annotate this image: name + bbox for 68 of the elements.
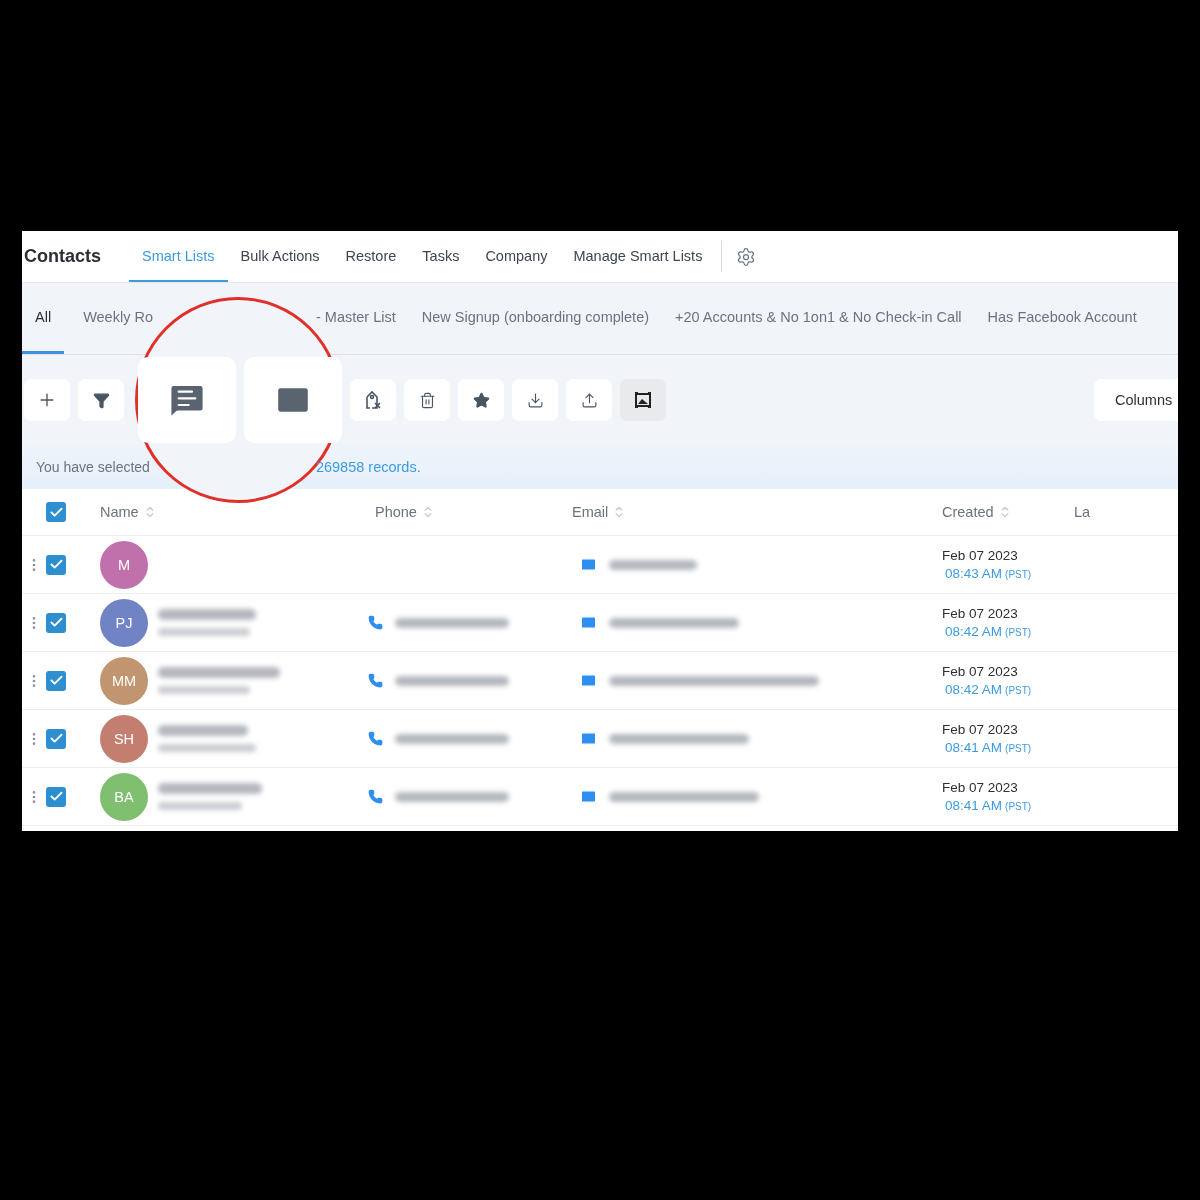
tag-remove-icon bbox=[363, 389, 383, 411]
avatar: BA bbox=[100, 772, 148, 821]
list-tab[interactable]: - Master List bbox=[315, 309, 396, 328]
nav-tab[interactable]: Tasks bbox=[409, 231, 473, 282]
created-time: 08:42 AM (PST) bbox=[944, 682, 1033, 697]
email-icon bbox=[580, 730, 597, 747]
column-header[interactable]: Name bbox=[100, 504, 139, 520]
filter-icon bbox=[92, 391, 110, 409]
selection-text: You have selected bbox=[36, 459, 150, 475]
list-tab[interactable]: Weekly Ro bbox=[83, 309, 153, 328]
frame-icon bbox=[635, 392, 651, 408]
nav-tab[interactable]: Company bbox=[472, 231, 561, 282]
add-button[interactable] bbox=[24, 379, 70, 421]
email-icon bbox=[580, 556, 597, 573]
column-header[interactable]: Email bbox=[572, 504, 609, 520]
download-icon bbox=[526, 391, 544, 409]
star-button[interactable] bbox=[458, 379, 504, 421]
list-tab[interactable]: +20 Accounts & No 1on1 & No Check-in Call bbox=[675, 309, 962, 328]
row-checkbox[interactable] bbox=[46, 670, 66, 691]
list-tab[interactable]: New Signup (onboarding complete) bbox=[421, 309, 650, 328]
email-icon bbox=[580, 672, 597, 689]
records-link[interactable]: 269858 records. bbox=[315, 459, 421, 475]
remove-tag-button[interactable] bbox=[350, 379, 396, 421]
check-icon bbox=[48, 615, 64, 630]
created-time: 08:42 AM (PST) bbox=[944, 624, 1033, 639]
page-title: Contacts bbox=[23, 245, 102, 268]
column-header[interactable]: La bbox=[1074, 504, 1091, 520]
email-icon bbox=[580, 788, 597, 805]
created-date: Feb 07 2023 bbox=[942, 664, 1019, 679]
delete-button[interactable] bbox=[404, 379, 450, 421]
frame-button[interactable] bbox=[620, 379, 666, 421]
check-icon bbox=[48, 731, 64, 746]
check-icon bbox=[48, 673, 64, 688]
avatar: M bbox=[100, 540, 148, 589]
nav-tab[interactable]: Restore bbox=[332, 231, 410, 282]
avatar: SH bbox=[100, 714, 148, 763]
created-time: 08:43 AM (PST) bbox=[944, 566, 1033, 581]
upload-icon bbox=[580, 391, 598, 409]
created-date: Feb 07 2023 bbox=[942, 780, 1019, 795]
created-time: 08:41 AM (PST) bbox=[944, 740, 1033, 755]
row-checkbox[interactable] bbox=[46, 728, 66, 749]
row-checkbox[interactable] bbox=[46, 554, 66, 575]
download-button[interactable] bbox=[512, 379, 558, 421]
star-icon bbox=[472, 391, 490, 409]
email-button[interactable] bbox=[244, 357, 342, 443]
email-icon bbox=[580, 614, 597, 631]
row-checkbox[interactable] bbox=[46, 786, 66, 807]
list-tab[interactable]: Has Facebook Account bbox=[987, 309, 1137, 328]
columns-button[interactable]: Columns bbox=[1094, 379, 1178, 421]
row-checkbox[interactable] bbox=[46, 612, 66, 633]
check-icon bbox=[48, 789, 64, 804]
avatar: MM bbox=[100, 656, 148, 705]
trash-icon bbox=[418, 391, 436, 409]
avatar: PJ bbox=[100, 598, 148, 647]
column-header[interactable]: Created bbox=[942, 504, 994, 520]
check-icon bbox=[48, 557, 64, 572]
sms-button[interactable] bbox=[138, 357, 236, 443]
nav-tab[interactable]: Manage Smart Lists bbox=[560, 231, 716, 282]
select-all-checkbox[interactable] bbox=[46, 502, 66, 522]
filter-button[interactable] bbox=[78, 379, 124, 421]
settings-icon[interactable] bbox=[736, 246, 757, 267]
created-date: Feb 07 2023 bbox=[942, 722, 1019, 737]
created-date: Feb 07 2023 bbox=[942, 606, 1019, 621]
column-header[interactable]: Phone bbox=[375, 504, 417, 520]
created-date: Feb 07 2023 bbox=[942, 548, 1019, 563]
created-time: 08:41 AM (PST) bbox=[944, 798, 1033, 813]
upload-button[interactable] bbox=[566, 379, 612, 421]
nav-tab[interactable]: Bulk Actions bbox=[227, 231, 333, 282]
